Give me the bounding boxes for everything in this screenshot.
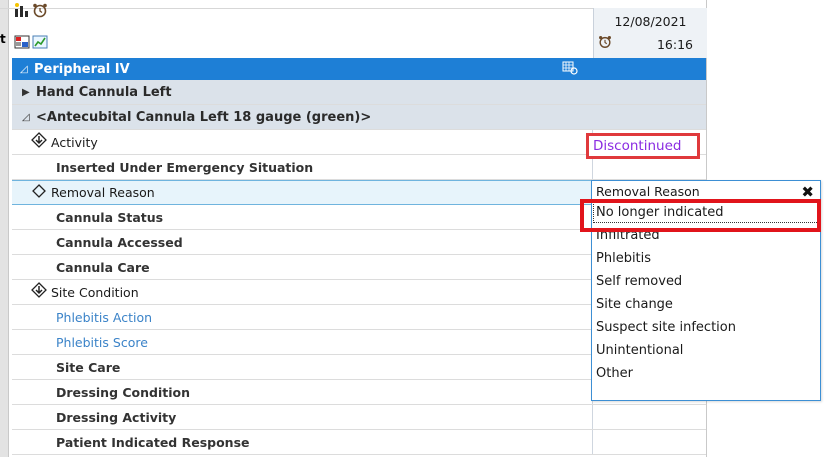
option-site-change[interactable]: Site change: [592, 293, 820, 316]
cut-off-label: t: [0, 32, 6, 46]
row-label: Cannula Care: [56, 259, 150, 275]
row-label: Cannula Accessed: [56, 234, 183, 250]
row-label[interactable]: Phlebitis Action: [56, 310, 152, 325]
section-title: Peripheral IV: [34, 61, 130, 77]
row-label: Inserted Under Emergency Situation: [56, 159, 314, 175]
chart-bars-icon[interactable]: [13, 2, 31, 18]
group-hand-cannula-left[interactable]: ▶ Hand Cannula Left: [12, 80, 706, 105]
datetime-column-header[interactable]: 12/08/2021 16:16: [593, 8, 707, 58]
removal-reason-dropdown[interactable]: Removal Reason ✖ No longer indicated Inf…: [591, 180, 821, 401]
column-date: 12/08/2021: [614, 14, 687, 29]
row-label: Dressing Condition: [56, 384, 191, 400]
close-icon[interactable]: ✖: [801, 183, 814, 201]
row-label: Activity: [51, 134, 98, 150]
required-diamond-arrow-icon: [30, 132, 48, 152]
flag-grid-icon[interactable]: [13, 34, 31, 50]
section-peripheral-iv[interactable]: ◿ Peripheral IV: [12, 58, 706, 80]
row-label: Dressing Activity: [56, 409, 177, 425]
group-label: <Antecubital Cannula Left 18 gauge (gree…: [36, 109, 372, 125]
value-cell[interactable]: [593, 430, 706, 454]
required-diamond-arrow-icon: [30, 282, 48, 302]
row-label: Patient Indicated Response: [56, 434, 250, 450]
row-label: Cannula Status: [56, 209, 164, 225]
expand-triangle-icon[interactable]: ▶: [22, 87, 36, 98]
row-label: Site Care: [56, 359, 121, 375]
row-label: Removal Reason: [51, 185, 155, 200]
alarm-clock-icon: [598, 35, 612, 52]
option-phlebitis[interactable]: Phlebitis: [592, 247, 820, 270]
option-other[interactable]: Other: [592, 362, 820, 385]
collapse-triangle-icon[interactable]: ◿: [20, 64, 34, 75]
grid-sync-icon[interactable]: [562, 61, 578, 78]
option-self-removed[interactable]: Self removed: [592, 270, 820, 293]
option-no-longer-indicated[interactable]: No longer indicated: [592, 201, 820, 224]
value-cell[interactable]: [593, 405, 706, 429]
activity-value-discontinued[interactable]: Discontinued: [586, 133, 700, 159]
group-label: Hand Cannula Left: [36, 84, 172, 100]
left-gutter: [0, 0, 9, 457]
group-antecubital-cannula[interactable]: ◿ <Antecubital Cannula Left 18 gauge (gr…: [12, 105, 706, 130]
row-patient-indicated-response[interactable]: Patient Indicated Response: [12, 430, 706, 455]
alarm-clock-icon[interactable]: [31, 2, 49, 18]
option-suspect-site-infection[interactable]: Suspect site infection: [592, 316, 820, 339]
dropdown-title: Removal Reason: [596, 183, 700, 199]
row-dressing-activity[interactable]: Dressing Activity: [12, 405, 706, 430]
row-label[interactable]: Phlebitis Score: [56, 335, 148, 350]
trend-chart-icon[interactable]: [31, 34, 49, 50]
option-infiltrated[interactable]: Infiltrated: [592, 224, 820, 247]
row-label: Site Condition: [51, 284, 139, 300]
collapse-triangle-icon[interactable]: ◿: [22, 112, 36, 123]
column-time: 16:16: [656, 37, 693, 52]
option-unintentional[interactable]: Unintentional: [592, 339, 820, 362]
diamond-icon: [30, 183, 48, 203]
